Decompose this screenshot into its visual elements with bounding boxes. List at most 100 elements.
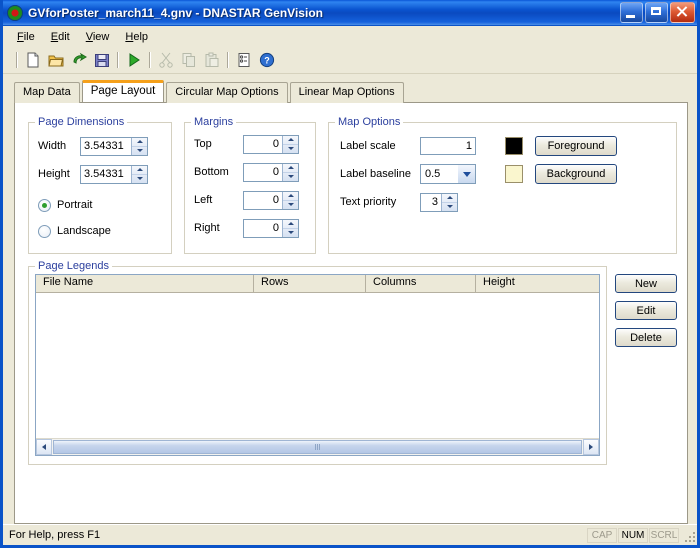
radio-landscape-dot: [38, 224, 51, 238]
margins-group: Margins Top 0 Bottom 0 Left 0 Right 0: [184, 116, 316, 254]
margin-right-stepper[interactable]: 0: [243, 218, 299, 238]
delete-button[interactable]: Delete: [615, 328, 677, 347]
text-priority-value: 3: [431, 196, 438, 208]
background-color-swatch[interactable]: [505, 165, 523, 183]
cut-icon: [154, 49, 177, 71]
menu-item-help[interactable]: Help: [118, 28, 156, 46]
page-legends-body[interactable]: [36, 293, 599, 438]
text-priority-stepper[interactable]: 3: [420, 192, 458, 212]
label-baseline-select[interactable]: 0.5: [420, 164, 476, 184]
properties-icon[interactable]: [232, 49, 255, 71]
margin-right-stepper-down[interactable]: [283, 229, 298, 237]
margin-top-stepper-up[interactable]: [283, 136, 298, 145]
text-priority-stepper-buttons[interactable]: [441, 193, 457, 211]
background-button[interactable]: Background: [535, 164, 617, 184]
scroll-left-button[interactable]: [36, 439, 52, 455]
open-icon[interactable]: [44, 49, 67, 71]
height-stepper-buttons[interactable]: [131, 165, 147, 183]
scroll-right-button[interactable]: [583, 439, 599, 455]
menu-item-view[interactable]: View: [79, 28, 118, 46]
map-options-group: Map Options Label scale 1 Foreground Lab…: [328, 116, 677, 254]
margin-right-stepper-up[interactable]: [283, 220, 298, 229]
tab-page-layout[interactable]: Page Layout: [81, 80, 165, 102]
minimize-button[interactable]: [620, 2, 643, 23]
margin-left-stepper-buttons[interactable]: [282, 191, 298, 209]
genvision-icon: [7, 4, 23, 21]
tab-linear-map-options[interactable]: Linear Map Options: [289, 82, 404, 103]
export-icon[interactable]: [67, 49, 90, 71]
tab-circular-map-options[interactable]: Circular Map Options: [166, 82, 288, 103]
tab-map-data[interactable]: Map Data: [14, 82, 80, 103]
radio-landscape-label: Landscape: [57, 225, 111, 237]
column-header-file-name[interactable]: File Name: [36, 275, 254, 292]
copy-icon: [177, 49, 200, 71]
margin-bottom-value: 0: [272, 166, 279, 178]
scrollbar-track[interactable]: [52, 439, 583, 455]
label-scale-label: Label scale: [340, 140, 396, 152]
radio-portrait[interactable]: Portrait: [38, 192, 162, 218]
page-legends-actions: New Edit Delete: [615, 260, 677, 465]
margin-right-stepper-buttons[interactable]: [282, 219, 298, 237]
page-legends-header-row: File Name Rows Columns Height: [36, 275, 599, 293]
menu-label-view: iew: [92, 30, 110, 43]
horizontal-scrollbar[interactable]: [36, 438, 599, 455]
page-legends-list[interactable]: File Name Rows Columns Height: [35, 274, 600, 456]
column-header-rows[interactable]: Rows: [254, 275, 366, 292]
column-header-height[interactable]: Height: [476, 275, 599, 292]
maximize-button[interactable]: [645, 2, 668, 23]
foreground-button[interactable]: Foreground: [535, 136, 617, 156]
resize-grip[interactable]: [682, 529, 695, 542]
margin-left-stepper-up[interactable]: [283, 192, 298, 201]
width-stepper-down[interactable]: [132, 147, 147, 155]
chevron-down-icon[interactable]: [458, 165, 475, 183]
new-button[interactable]: New: [615, 274, 677, 293]
margin-left-stepper[interactable]: 0: [243, 190, 299, 210]
margin-bottom-stepper-up[interactable]: [283, 164, 298, 173]
label-baseline-value: 0.5: [425, 168, 441, 180]
margin-bottom-label: Bottom: [194, 166, 229, 178]
title-bar: GVforPoster_march11_4.gnv - DNASTAR GenV…: [3, 0, 697, 26]
text-priority-label: Text priority: [340, 196, 397, 208]
application-window: GVforPoster_march11_4.gnv - DNASTAR GenV…: [0, 0, 700, 548]
margin-top-stepper-buttons[interactable]: [282, 135, 298, 153]
menu-item-edit[interactable]: Edit: [44, 28, 78, 46]
margin-bottom-stepper[interactable]: 0: [243, 162, 299, 182]
paste-icon: [200, 49, 223, 71]
menu-label-edit: dit: [58, 30, 70, 43]
margin-top-stepper-down[interactable]: [283, 145, 298, 153]
tab-bar: Map Data Page Layout Circular Map Option…: [3, 74, 697, 103]
label-scale-input[interactable]: 1: [420, 137, 476, 155]
text-priority-stepper-down[interactable]: [442, 203, 457, 211]
foreground-color-swatch[interactable]: [505, 137, 523, 155]
status-message: For Help, press F1: [9, 529, 101, 541]
width-value: 3.54331: [84, 140, 124, 152]
radio-landscape[interactable]: Landscape: [38, 218, 162, 244]
menu-item-file[interactable]: File: [10, 28, 43, 46]
column-header-columns[interactable]: Columns: [366, 275, 476, 292]
scrollbar-thumb[interactable]: [53, 440, 582, 454]
map-options-legend: Map Options: [338, 116, 401, 128]
margin-right-label: Right: [194, 222, 220, 234]
height-stepper-down[interactable]: [132, 175, 147, 183]
page-layout-panel: Page Dimensions Width 3.54331 Height 3.5…: [14, 102, 688, 524]
page-legends-legend: Page Legends: [38, 260, 109, 272]
width-stepper-buttons[interactable]: [131, 137, 147, 155]
close-button[interactable]: [670, 2, 695, 23]
margin-bottom-stepper-down[interactable]: [283, 173, 298, 181]
page-legends-section: Page Legends File Name Rows Columns Heig…: [15, 254, 687, 465]
save-icon[interactable]: [90, 49, 113, 71]
edit-button[interactable]: Edit: [615, 301, 677, 320]
width-stepper[interactable]: 3.54331: [80, 136, 148, 156]
margin-bottom-stepper-buttons[interactable]: [282, 163, 298, 181]
help-icon[interactable]: ?: [255, 49, 278, 71]
margin-left-stepper-down[interactable]: [283, 201, 298, 209]
text-priority-stepper-up[interactable]: [442, 194, 457, 203]
margins-legend: Margins: [194, 116, 234, 128]
height-stepper-up[interactable]: [132, 166, 147, 175]
new-icon[interactable]: [21, 49, 44, 71]
height-stepper[interactable]: 3.54331: [80, 164, 148, 184]
run-icon[interactable]: [122, 49, 145, 71]
margin-top-stepper[interactable]: 0: [243, 134, 299, 154]
width-stepper-up[interactable]: [132, 138, 147, 147]
page-dimensions-group: Page Dimensions Width 3.54331 Height 3.5…: [28, 116, 172, 254]
